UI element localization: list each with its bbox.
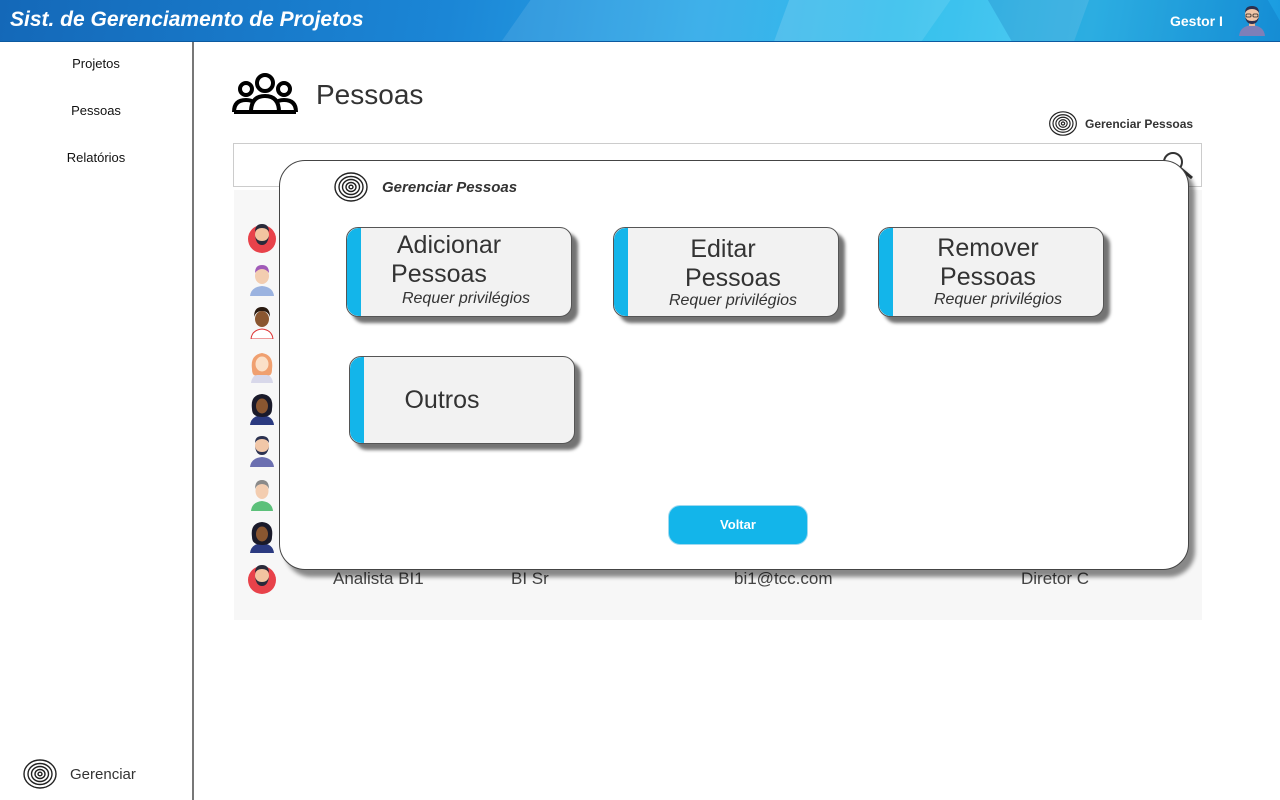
app-header: Sist. de Gerenciamento de Projetos Gesto… xyxy=(0,0,1280,42)
avatar[interactable] xyxy=(247,262,277,296)
fingerprint-icon xyxy=(1049,111,1077,136)
sidebar-manage-link[interactable]: Gerenciar xyxy=(22,758,136,790)
add-people-line1: Adicionar xyxy=(396,231,502,259)
sidebar: Projetos Pessoas Relatórios Gerenciar xyxy=(0,42,194,800)
page-title: Pessoas xyxy=(316,79,424,110)
edit-people-line2: Pessoas xyxy=(685,264,781,292)
avatar[interactable] xyxy=(247,349,277,383)
user-name[interactable]: Gestor I xyxy=(1170,13,1223,29)
avatar[interactable] xyxy=(247,433,277,467)
sidebar-item-projetos[interactable]: Projetos xyxy=(0,56,192,71)
add-people-note: Requer privilégios xyxy=(401,290,531,307)
back-button[interactable]: Voltar xyxy=(668,505,808,545)
row-gestor: Diretor C xyxy=(1021,569,1090,588)
user-avatar-icon[interactable] xyxy=(1236,4,1268,36)
remove-people-note: Requer privilégios xyxy=(933,291,1063,308)
avatar[interactable] xyxy=(247,391,277,425)
other-options-label: Outros xyxy=(404,386,480,414)
avatar[interactable] xyxy=(247,519,277,553)
edit-people-note: Requer privilégios xyxy=(668,292,798,309)
avatar[interactable] xyxy=(247,220,277,254)
remove-people-line1: Remover xyxy=(937,234,1039,262)
fingerprint-icon xyxy=(334,172,368,202)
remove-people-line2: Pessoas xyxy=(940,263,1036,291)
sidebar-item-pessoas[interactable]: Pessoas xyxy=(0,103,192,118)
sidebar-item-relatorios[interactable]: Relatórios xyxy=(0,150,192,165)
avatar[interactable] xyxy=(247,477,277,511)
app-title: Sist. de Gerenciamento de Projetos xyxy=(10,8,364,31)
sidebar-manage-label: Gerenciar xyxy=(70,765,136,783)
modal-header: Gerenciar Pessoas xyxy=(332,171,517,203)
row-email: bi1@tcc.com xyxy=(734,569,833,588)
avatar[interactable] xyxy=(247,305,277,339)
people-group-icon xyxy=(232,73,298,114)
add-people-line2: Pessoas xyxy=(391,260,487,288)
row-cargo: Analista BI1 xyxy=(333,569,424,588)
avatar[interactable] xyxy=(247,561,277,595)
manage-people-label: Gerenciar Pessoas xyxy=(1085,116,1194,131)
fingerprint-icon xyxy=(23,759,57,789)
add-people-button[interactable]: Adicionar Pessoas Requer privilégios xyxy=(346,227,572,317)
modal-title: Gerenciar Pessoas xyxy=(382,178,518,196)
other-options-button[interactable]: Outros xyxy=(349,356,575,444)
manage-people-link[interactable]: Gerenciar Pessoas xyxy=(1048,110,1193,137)
remove-people-button[interactable]: Remover Pessoas Requer privilégios xyxy=(878,227,1104,317)
manage-people-modal: Gerenciar Pessoas Adicionar Pessoas Requ… xyxy=(279,160,1189,570)
row-nivel: BI Sr xyxy=(511,569,549,588)
edit-people-button[interactable]: Editar Pessoas Requer privilégios xyxy=(613,227,839,317)
edit-people-line1: Editar xyxy=(690,235,756,263)
